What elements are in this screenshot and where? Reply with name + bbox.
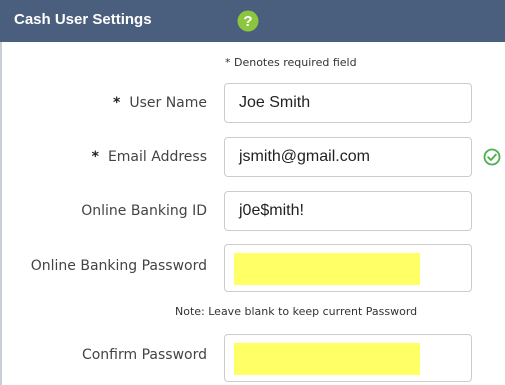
required-field-note: * Denotes required field (225, 56, 357, 69)
password-label: Online Banking Password (30, 258, 207, 274)
panel-title: Cash User Settings (14, 11, 152, 28)
username-field[interactable]: Joe Smith (224, 83, 472, 123)
username-label: * User Name (113, 95, 207, 111)
username-value: Joe Smith (239, 94, 311, 111)
redaction-overlay (234, 343, 420, 375)
username-label-text: User Name (129, 95, 207, 111)
banking-id-value: j0e$mith! (239, 202, 304, 219)
email-label-text: Email Address (107, 149, 207, 165)
banking-id-label: Online Banking ID (81, 203, 207, 219)
email-label: * Email Address (92, 149, 207, 165)
help-icon[interactable]: ? (237, 10, 259, 32)
banking-id-field[interactable]: j0e$mith! (224, 191, 472, 231)
panel-left-border (0, 0, 2, 385)
email-field[interactable]: jsmith@gmail.com (224, 137, 472, 177)
email-value: jsmith@gmail.com (239, 148, 370, 165)
required-marker: * (113, 95, 121, 111)
cash-user-settings-panel: Cash User Settings ? * Denotes required … (0, 0, 505, 385)
password-blank-note: Note: Leave blank to keep current Passwo… (175, 305, 418, 318)
confirm-password-label: Confirm Password (81, 347, 207, 363)
svg-text:?: ? (243, 13, 252, 30)
check-circle-icon (483, 148, 501, 166)
redaction-overlay (234, 253, 420, 285)
panel-header: Cash User Settings ? (0, 0, 505, 42)
password-field[interactable] (224, 244, 472, 292)
confirm-password-field[interactable] (224, 334, 472, 382)
required-marker: * (91, 149, 99, 165)
